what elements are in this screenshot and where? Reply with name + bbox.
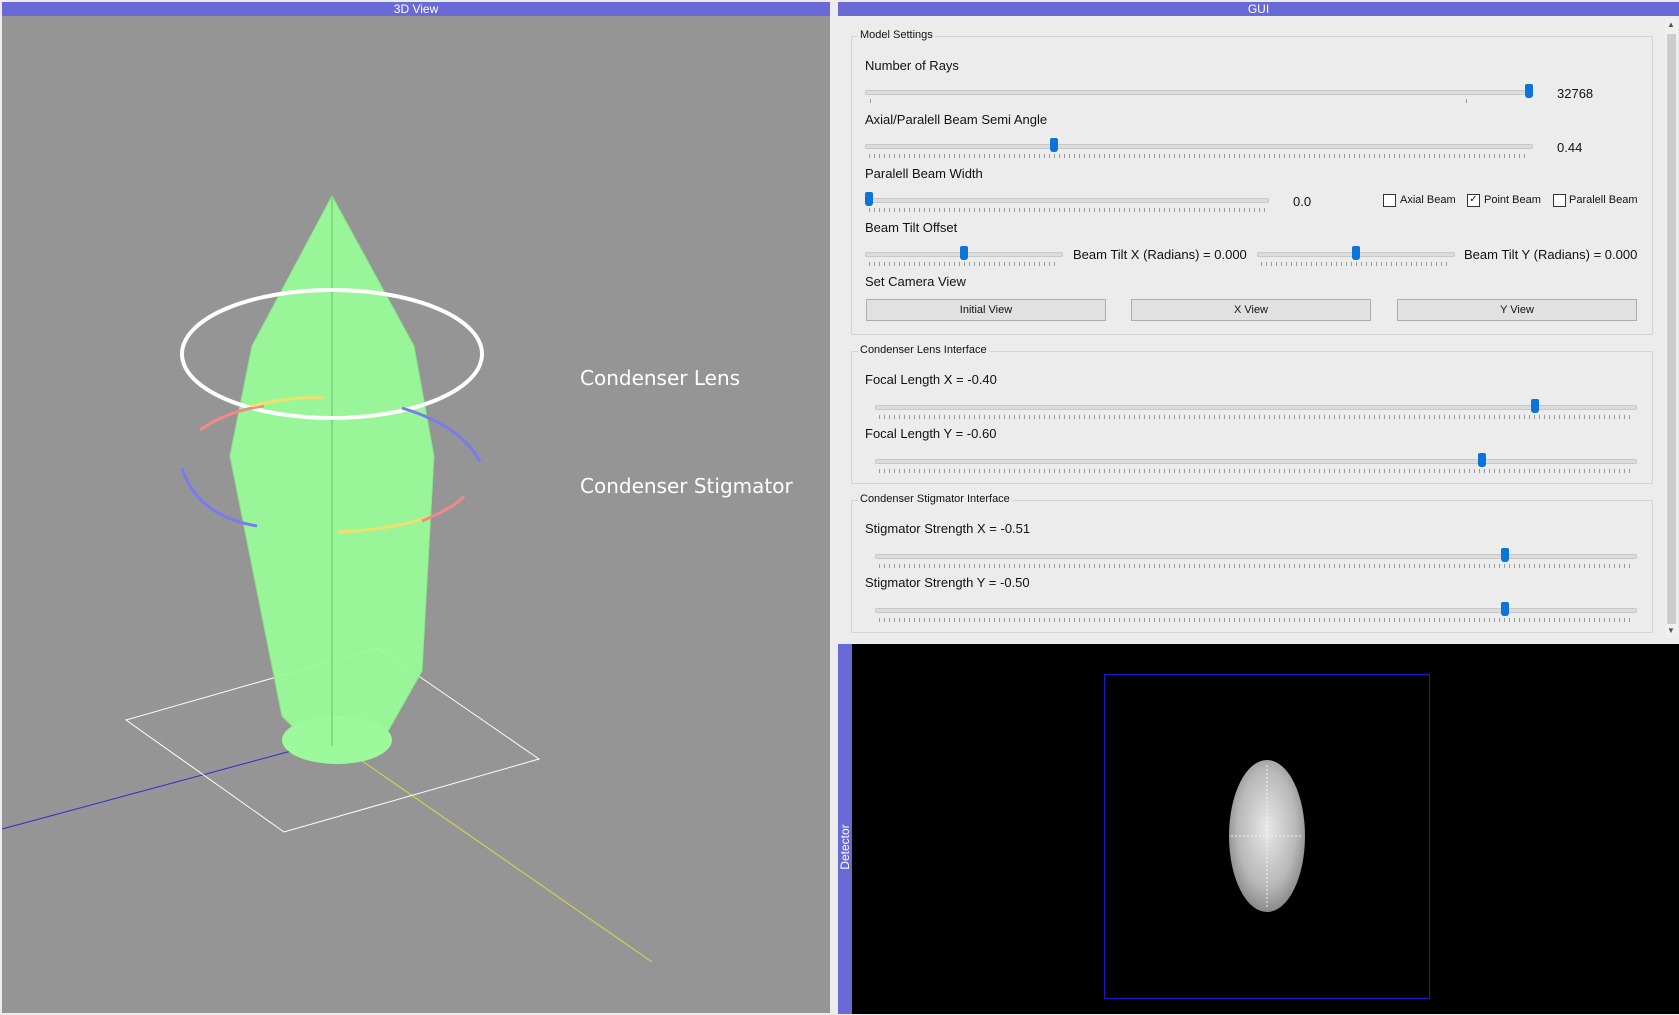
detector-view[interactable] (852, 644, 1679, 1014)
semi-angle-value: 0.44 (1557, 140, 1583, 155)
slider-handle[interactable] (1500, 548, 1509, 562)
beam-tilt-x-label: Beam Tilt X (Radians) = 0.000 (1073, 247, 1247, 262)
scroll-down-icon[interactable]: ▼ (1667, 626, 1675, 635)
view3d-canvas[interactable]: Condenser Lens Condenser Stigmator (2, 16, 830, 1013)
scroll-thumb[interactable] (1667, 34, 1676, 624)
y-view-button[interactable]: Y View (1397, 299, 1637, 321)
model-settings-group: Model Settings (851, 29, 1653, 335)
beam-tilt-y-slider[interactable] (1257, 246, 1455, 270)
number-of-rays-label: Number of Rays (865, 58, 959, 73)
number-of-rays-value: 32768 (1557, 86, 1594, 101)
slider-handle[interactable] (1530, 399, 1539, 413)
beam-width-slider[interactable] (865, 192, 1269, 216)
condenser-stigmator-label: Condenser Stigmator (580, 474, 793, 498)
point-beam-label: Point Beam (1484, 194, 1541, 206)
condenser-stigmator-title: Condenser Stigmator Interface (858, 493, 1012, 505)
z-axis-line (2, 739, 333, 830)
condenser-lens-title: Condenser Lens Interface (858, 344, 989, 356)
stigmator-strength-y-slider[interactable] (875, 602, 1637, 626)
stigmator-strength-y-label: Stigmator Strength Y = -0.50 (865, 575, 1030, 590)
view3d-title: 3D View (2, 2, 830, 16)
number-of-rays-slider[interactable] (865, 84, 1533, 108)
stigmator-strength-x-label: Stigmator Strength X = -0.51 (865, 521, 1031, 536)
gui-scrollbar[interactable]: ▲ ▼ (1665, 18, 1678, 637)
beam-tilt-y-label: Beam Tilt Y (Radians) = 0.000 (1464, 247, 1638, 262)
beam-bottom (282, 716, 392, 764)
semi-angle-slider[interactable] (865, 138, 1533, 162)
slider-handle[interactable] (1500, 602, 1509, 616)
axial-beam-checkbox[interactable] (1383, 194, 1396, 207)
detector-frame (1104, 674, 1430, 999)
semi-angle-label: Axial/Paralell Beam Semi Angle (865, 112, 1048, 127)
scroll-up-icon[interactable]: ▲ (1667, 20, 1675, 29)
x-view-button[interactable]: X View (1131, 299, 1371, 321)
slider-handle[interactable] (1525, 84, 1533, 98)
point-beam-checkbox[interactable]: ✓ (1467, 194, 1480, 207)
beam-width-label: Paralell Beam Width (865, 166, 983, 181)
slider-handle[interactable] (865, 192, 873, 206)
focal-length-y-label: Focal Length Y = -0.60 (865, 426, 997, 441)
stigmator-strength-x-slider[interactable] (875, 548, 1637, 572)
slider-handle[interactable] (1352, 246, 1360, 260)
condenser-lens-label: Condenser Lens (580, 366, 741, 390)
parallel-beam-label: Paralell Beam (1569, 194, 1638, 206)
slider-handle[interactable] (1049, 138, 1058, 152)
slider-handle[interactable] (960, 246, 968, 260)
slider-handle[interactable] (1478, 453, 1487, 467)
axial-beam-label: Axial Beam (1400, 194, 1456, 206)
beam-tilt-label: Beam Tilt Offset (865, 220, 958, 235)
detector-tab: Detector (838, 644, 852, 1014)
focal-length-x-slider[interactable] (875, 399, 1637, 423)
model-settings-title: Model Settings (858, 29, 935, 41)
x-axis-line (331, 739, 653, 963)
beam-tilt-x-slider[interactable] (865, 246, 1063, 270)
beam-width-value: 0.0 (1293, 194, 1312, 209)
parallel-beam-checkbox[interactable] (1553, 194, 1566, 207)
initial-view-button[interactable]: Initial View (866, 299, 1106, 321)
gui-title: GUI (838, 2, 1679, 16)
camera-view-label: Set Camera View (865, 274, 966, 289)
focal-length-x-label: Focal Length X = -0.40 (865, 372, 997, 387)
focal-length-y-slider[interactable] (875, 453, 1637, 477)
detector-title: Detector (838, 824, 852, 870)
